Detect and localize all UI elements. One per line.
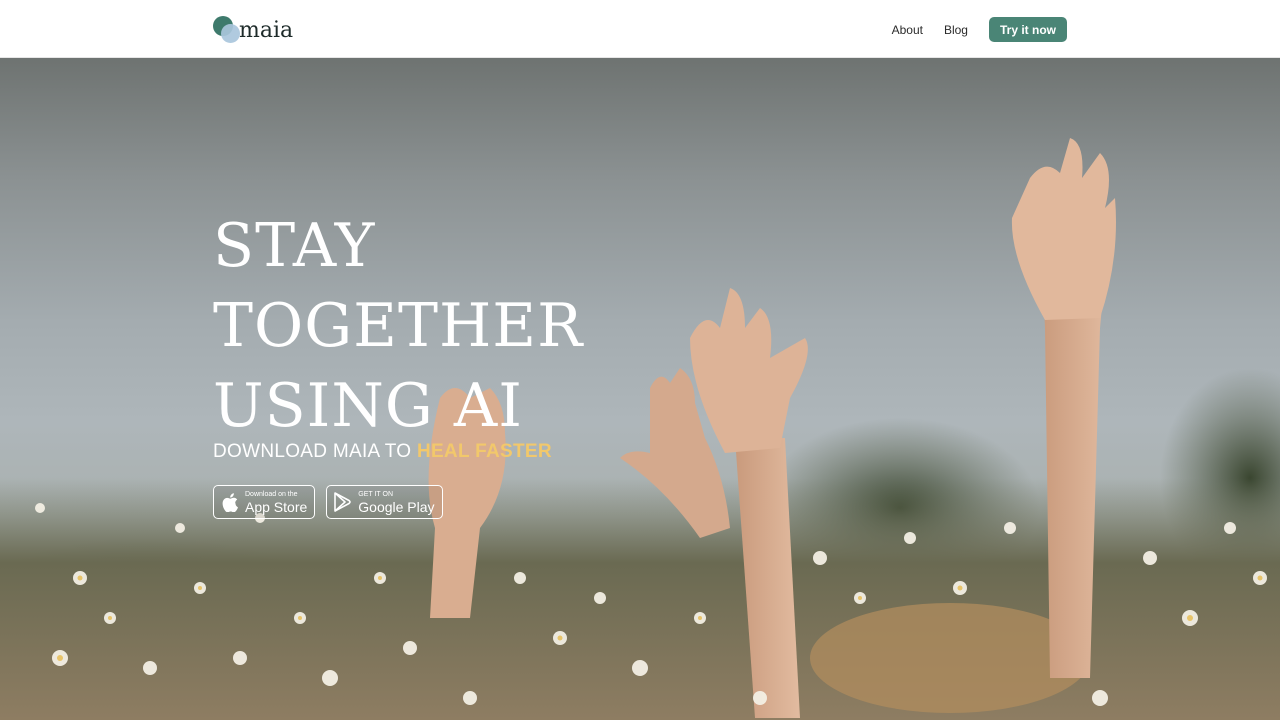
apple-icon (221, 492, 239, 512)
google-play-big-text: Google Play (358, 498, 435, 515)
try-it-now-button[interactable]: Try it now (988, 17, 1067, 42)
google-play-button[interactable]: GET IT ON Google Play (326, 485, 443, 519)
google-play-label: GET IT ON Google Play (358, 491, 434, 514)
nav-about-link[interactable]: About (892, 23, 923, 37)
subline-text: DOWNLOAD MAIA TO (213, 441, 417, 462)
app-store-big-text: App Store (245, 498, 308, 515)
app-store-button[interactable]: Download on the App Store (213, 485, 316, 519)
headline-line-1: STAY (213, 211, 376, 281)
store-buttons: Download on the App Store GET IT ON Goog… (213, 485, 454, 519)
hero-background-photo (0, 138, 1280, 720)
top-nav-bar: maia About Blog Try it now (0, 0, 1280, 58)
logo-mark-icon (213, 15, 241, 43)
brand-logo[interactable]: maia (213, 14, 293, 44)
google-play-small-text: GET IT ON (358, 490, 394, 498)
nav-blog-link[interactable]: Blog (944, 23, 968, 37)
brand-name: maia (239, 17, 294, 43)
main-nav: About Blog Try it now (892, 17, 1067, 42)
hero-headline: STAY TOGETHER USING AI (213, 206, 583, 446)
subline-accent: HEAL FASTER (416, 441, 552, 462)
hero-section: STAY TOGETHER USING AI DOWNLOAD MAIA TO … (0, 58, 1280, 720)
app-store-small-text: Download on the (245, 490, 298, 498)
hero-subline: DOWNLOAD MAIA TO HEAL FASTER (213, 441, 552, 463)
google-play-icon (334, 492, 352, 512)
headline-line-3: USING AI (213, 371, 523, 441)
headline-line-2: TOGETHER (213, 291, 584, 361)
app-store-label: Download on the App Store (245, 491, 307, 514)
